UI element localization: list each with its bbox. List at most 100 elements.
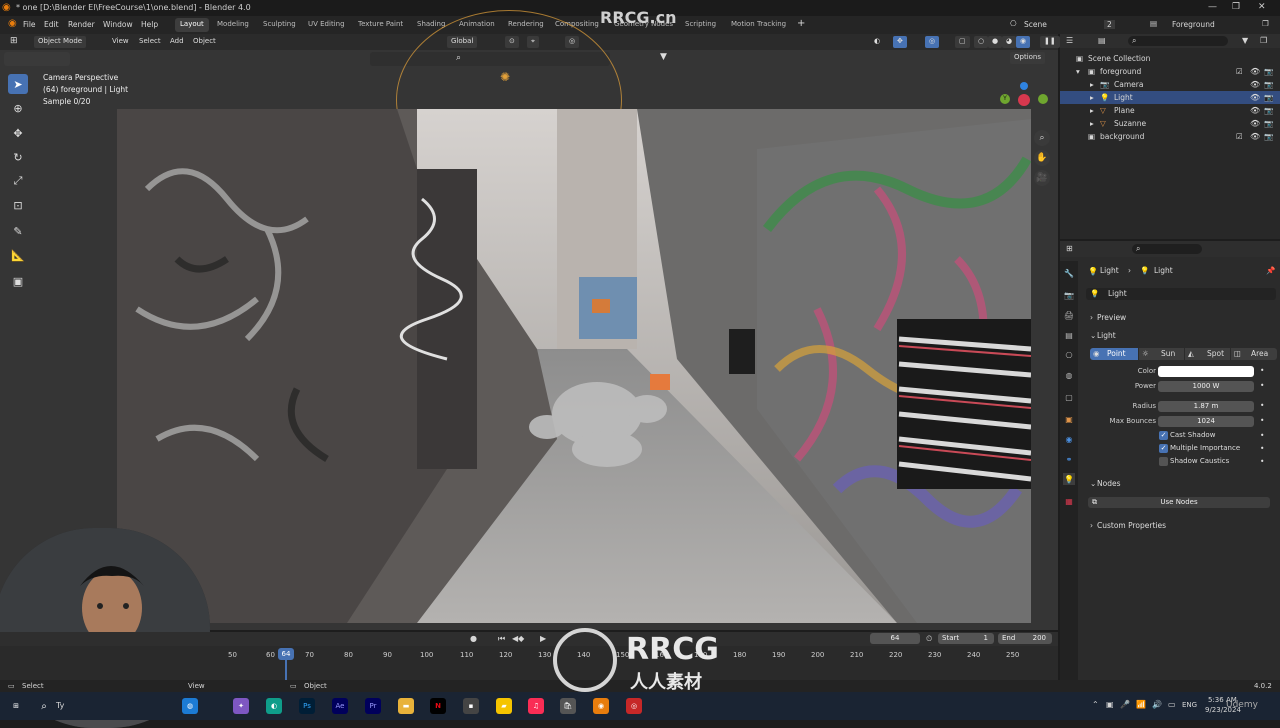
radius-field[interactable]: 1.87 m <box>1158 401 1254 412</box>
close-icon[interactable]: ✕ <box>1258 2 1266 12</box>
language-indicator[interactable]: ENG <box>1182 701 1197 709</box>
new-view-layer-icon[interactable]: ❐ <box>1262 19 1269 28</box>
prev-keyframe-icon[interactable]: ◀◆ <box>512 634 524 643</box>
outliner-row-camera[interactable]: ▸ 📷 Camera 👁 📷 <box>1060 78 1280 91</box>
scene-name[interactable]: Scene <box>1024 20 1047 29</box>
sticky-notes-icon[interactable]: ▰ <box>496 698 512 714</box>
tray-chevron-icon[interactable]: ⌃ <box>1092 700 1099 709</box>
expand-icon[interactable]: ▸ <box>1090 119 1094 128</box>
filter-icon[interactable]: ▼ <box>660 52 667 62</box>
render-tab-icon[interactable]: 📷 <box>1063 289 1075 301</box>
gizmo-z-icon[interactable] <box>1020 82 1028 90</box>
eye-icon[interactable]: 👁 <box>1250 132 1260 141</box>
datablock-selector[interactable]: 💡 Light <box>1086 288 1276 300</box>
use-nodes-button[interactable]: ⧉ Use Nodes <box>1088 497 1270 508</box>
eye-icon[interactable]: 👁 <box>1250 119 1260 128</box>
outliner-row-suzanne[interactable]: ▸ ▽ Suzanne 👁 📷 <box>1060 117 1280 130</box>
tab-texture-paint[interactable]: Texture Paint <box>353 18 408 32</box>
play-icon[interactable]: ▶ <box>540 634 546 643</box>
tray-app-icon[interactable]: ▣ <box>1106 700 1114 709</box>
after-effects-icon[interactable]: Ae <box>332 698 348 714</box>
outliner-row-foreground[interactable]: ▾ ▣ foreground ☑ 👁 📷 <box>1060 65 1280 78</box>
mode-dropdown[interactable]: Object Mode <box>34 36 87 48</box>
menu-render[interactable]: Render <box>68 20 95 29</box>
eye-icon[interactable]: 👁 <box>1250 93 1260 102</box>
solid-shading-icon[interactable]: ● <box>988 36 1003 48</box>
clock-icon[interactable]: ⏲ <box>926 634 932 644</box>
zoom-icon[interactable]: ⌕ <box>1034 130 1050 146</box>
copilot-icon[interactable]: ✦ <box>233 698 249 714</box>
light-type-spot[interactable]: ◭ Spot <box>1185 348 1230 360</box>
overlay-icon[interactable]: ◎ <box>925 36 940 48</box>
menu-add[interactable]: Add <box>166 36 188 48</box>
camera-render-icon[interactable]: 📷 <box>1264 93 1273 102</box>
menu-file[interactable]: File <box>23 20 36 29</box>
microphone-icon[interactable]: 🎤 <box>1120 700 1130 709</box>
record-icon[interactable]: ● <box>470 634 477 643</box>
blender-taskbar-icon[interactable]: ◉ <box>593 698 609 714</box>
menu-edit[interactable]: Edit <box>44 20 59 29</box>
menu-help[interactable]: Help <box>141 20 158 29</box>
expand-icon[interactable]: ▾ <box>1076 67 1080 76</box>
nodes-panel-header[interactable]: Nodes <box>1097 479 1120 488</box>
windows-start-icon[interactable]: ⊞ <box>8 698 24 714</box>
jump-start-icon[interactable]: ⏮ <box>498 634 505 644</box>
music-icon[interactable]: ♫ <box>528 698 544 714</box>
camera-view-icon[interactable]: 🎥 <box>1034 170 1050 186</box>
camera-render-icon[interactable]: 📷 <box>1264 132 1273 141</box>
editor-type-icon[interactable]: ⊞ <box>10 36 18 46</box>
camera-render-icon[interactable]: 📷 <box>1264 67 1273 76</box>
eye-icon[interactable]: 👁 <box>1250 106 1260 115</box>
photoshop-icon[interactable]: Ps <box>299 698 315 714</box>
datablock-name[interactable]: Light <box>1108 289 1127 298</box>
eye-icon[interactable]: 👁 <box>1250 67 1260 76</box>
expand-icon[interactable]: ▸ <box>1090 106 1094 115</box>
options-dropdown[interactable]: Options <box>1010 52 1046 64</box>
filter-icon[interactable]: ▼ <box>1242 36 1248 45</box>
pause-render-icon[interactable]: ❚❚ <box>1040 36 1060 48</box>
tab-scripting[interactable]: Scripting <box>680 18 721 32</box>
start-frame-field[interactable]: Start 1 <box>938 633 994 644</box>
app-icon[interactable]: ▪ <box>463 698 479 714</box>
outliner-search-input[interactable]: ⌕ <box>1128 36 1228 46</box>
camera-render-icon[interactable]: 📷 <box>1264 80 1273 89</box>
view-layer-icon[interactable]: ▤ <box>1150 19 1157 28</box>
pan-hand-icon[interactable]: ✋ <box>1034 150 1050 166</box>
outliner-editor-icon[interactable]: ☰ <box>1066 36 1073 45</box>
eye-icon[interactable]: 👁 <box>1250 80 1260 89</box>
collection-tab-icon[interactable]: ▢ <box>1063 391 1075 403</box>
store-icon[interactable]: 🛍 <box>560 698 576 714</box>
menu-object[interactable]: Object <box>189 36 220 48</box>
scene-icon[interactable]: ⎔ <box>1010 19 1017 28</box>
tool-tab-icon[interactable]: 🔧 <box>1063 267 1075 279</box>
keyframe-dot-icon[interactable]: • <box>1260 366 1264 375</box>
keyframe-dot-icon[interactable]: • <box>1260 444 1264 453</box>
max-bounces-field[interactable]: 1024 <box>1158 416 1254 427</box>
tab-modeling[interactable]: Modeling <box>212 18 254 32</box>
gizmo-y-icon[interactable]: Y <box>1000 94 1010 104</box>
annotate-tool-icon[interactable]: ✎ <box>8 221 28 241</box>
shadow-caustics-checkbox[interactable] <box>1159 457 1168 466</box>
world-tab-icon[interactable]: ◍ <box>1063 369 1075 381</box>
texture-tab-icon[interactable]: ▦ <box>1063 495 1075 507</box>
menu-view[interactable]: View <box>108 36 133 48</box>
add-cube-tool-icon[interactable]: ▣ <box>8 271 28 291</box>
custom-properties-header[interactable]: Custom Properties <box>1097 521 1166 530</box>
rendered-shading-icon[interactable]: ◉ <box>1016 36 1031 48</box>
checkbox-icon[interactable]: ☑ <box>1236 132 1243 141</box>
expand-icon[interactable]: ▸ <box>1090 80 1094 89</box>
battery-icon[interactable]: ▭ <box>1168 700 1176 709</box>
light-sun-icon[interactable]: ✺ <box>500 70 510 84</box>
preview-panel-header[interactable]: Preview <box>1097 313 1126 322</box>
measure-tool-icon[interactable]: 📐 <box>8 245 28 265</box>
rotate-tool-icon[interactable]: ↻ <box>8 147 28 167</box>
premiere-icon[interactable]: Pr <box>365 698 381 714</box>
physics-tab-icon[interactable]: ◉ <box>1063 433 1075 445</box>
obs-icon[interactable]: ◎ <box>626 698 642 714</box>
gizmo-x-icon[interactable] <box>1018 94 1030 106</box>
power-field[interactable]: 1000 W <box>1158 381 1254 392</box>
material-shading-icon[interactable]: ◕ <box>1002 36 1017 48</box>
visibility-icon[interactable]: ◐ <box>870 36 884 48</box>
timeline-panel[interactable]: ● ⏮ ◀◆ ▶ 64 ⏲ Start 1 End 200 50 60 70 8… <box>0 632 1058 680</box>
playhead-marker[interactable]: 64 <box>278 648 294 660</box>
